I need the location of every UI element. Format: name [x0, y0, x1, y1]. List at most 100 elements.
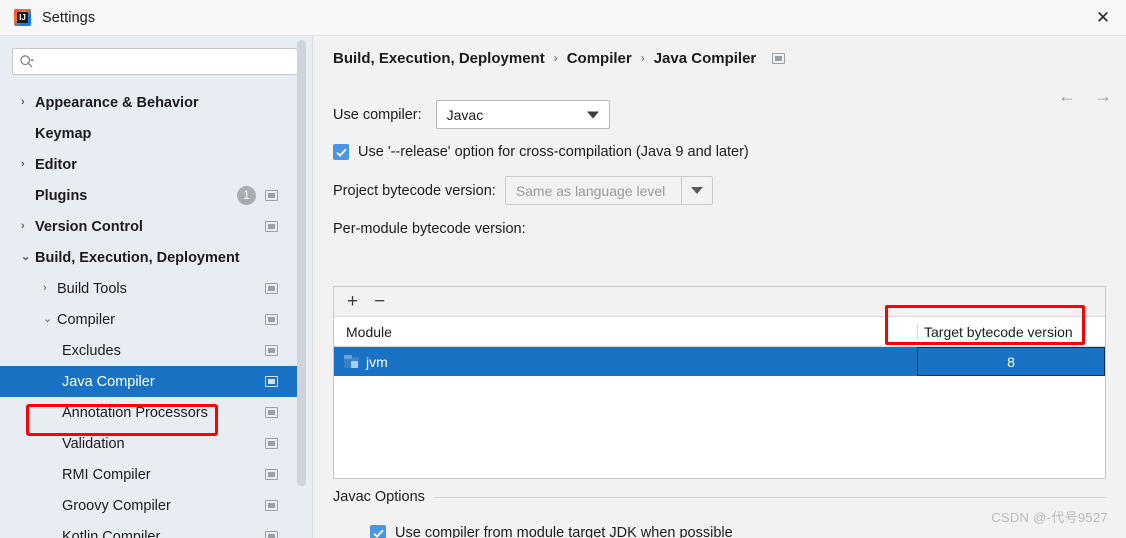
- per-module-table: + − Module Target bytecode version jvm 8: [333, 286, 1106, 479]
- use-module-jdk-checkbox[interactable]: [370, 525, 386, 538]
- sidebar-item-groovy-compiler[interactable]: Groovy Compiler: [0, 490, 300, 521]
- sidebar-item-label: Build Tools: [57, 280, 127, 297]
- sidebar: › Appearance & Behavior Keymap › Editor Plugi…: [0, 36, 313, 538]
- settings-group-icon: [265, 221, 278, 232]
- sidebar-item-label: Annotation Processors: [62, 404, 208, 421]
- chevron-down-icon[interactable]: [680, 176, 712, 205]
- add-module-button[interactable]: +: [347, 292, 358, 311]
- per-module-label: Per-module bytecode version:: [333, 221, 526, 237]
- javac-options-group-header: Javac Options: [333, 489, 1106, 505]
- use-compiler-row: Use compiler: Javac: [314, 100, 1126, 129]
- settings-group-icon: [772, 52, 786, 64]
- project-bytecode-value: Same as language level: [515, 182, 666, 199]
- use-module-jdk-label: Use compiler from module target JDK when…: [395, 525, 733, 538]
- close-icon[interactable]: ✕: [1080, 0, 1126, 35]
- settings-group-icon: [265, 438, 278, 449]
- chevron-down-icon[interactable]: ⌄: [21, 252, 30, 263]
- module-folder-icon: [344, 355, 359, 368]
- breadcrumb-item-1[interactable]: Compiler: [567, 50, 632, 67]
- navigation-arrows: ← →: [1058, 86, 1112, 107]
- breadcrumb-separator: ›: [553, 51, 558, 65]
- settings-group-icon: [265, 407, 278, 418]
- sidebar-item-excludes[interactable]: Excludes: [0, 335, 300, 366]
- settings-group-icon: [265, 500, 278, 511]
- sidebar-item-build-tools[interactable]: › Build Tools: [0, 273, 300, 304]
- sidebar-item-label: Excludes: [62, 342, 121, 359]
- watermark: CSDN @-代号9527: [991, 510, 1108, 525]
- sidebar-item-label: Appearance & Behavior: [35, 94, 199, 111]
- breadcrumb-item-0[interactable]: Build, Execution, Deployment: [333, 50, 545, 67]
- breadcrumb: Build, Execution, Deployment › Compiler …: [314, 36, 1126, 80]
- release-option-row[interactable]: Use '--release' option for cross-compila…: [314, 144, 1126, 160]
- use-compiler-label: Use compiler:: [333, 106, 422, 123]
- sidebar-item-java-compiler[interactable]: Java Compiler: [0, 366, 300, 397]
- sidebar-item-label: Editor: [35, 156, 77, 173]
- breadcrumb-item-2: Java Compiler: [653, 49, 757, 67]
- settings-group-icon: [265, 345, 278, 356]
- sidebar-item-annotation-processors[interactable]: Annotation Processors: [0, 397, 300, 428]
- sidebar-item-label: Java Compiler: [62, 373, 155, 390]
- release-option-label: Use '--release' option for cross-compila…: [358, 144, 749, 160]
- settings-group-icon: [265, 314, 278, 325]
- javac-option-row-0[interactable]: Use compiler from module target JDK when…: [351, 525, 733, 538]
- chevron-right-icon[interactable]: ›: [21, 159, 25, 170]
- content-panel: Build, Execution, Deployment › Compiler …: [314, 36, 1126, 538]
- sidebar-item-editor[interactable]: › Editor: [0, 149, 300, 180]
- settings-group-icon: [265, 376, 278, 387]
- table-empty-area: [334, 376, 1105, 478]
- javac-options-title: Javac Options: [333, 489, 425, 505]
- project-bytecode-row: Project bytecode version: Same as langua…: [314, 176, 1126, 205]
- cell-target-bytecode-version[interactable]: 8: [917, 347, 1105, 376]
- sidebar-item-validation[interactable]: Validation: [0, 428, 300, 459]
- remove-module-button[interactable]: −: [374, 292, 385, 311]
- settings-tree: › Appearance & Behavior Keymap › Editor Plugi…: [0, 87, 300, 538]
- chevron-right-icon[interactable]: ›: [21, 97, 25, 108]
- sidebar-item-rmi-compiler[interactable]: RMI Compiler: [0, 459, 300, 490]
- chevron-down-icon: [586, 111, 599, 118]
- plugins-update-badge: 1: [237, 186, 256, 205]
- sidebar-item-kotlin-compiler[interactable]: Kotlin Compiler: [0, 521, 300, 538]
- per-module-row: Per-module bytecode version:: [314, 221, 1126, 237]
- chevron-down-icon[interactable]: ⌄: [43, 314, 52, 325]
- sidebar-item-label: Kotlin Compiler: [62, 528, 161, 538]
- sidebar-item-label: Version Control: [35, 218, 143, 235]
- sidebar-item-appearance-behavior[interactable]: › Appearance & Behavior: [0, 87, 300, 118]
- group-divider: [433, 496, 1106, 498]
- settings-group-icon: [265, 190, 278, 201]
- sidebar-item-plugins[interactable]: Plugins 1: [0, 180, 300, 211]
- sidebar-item-label: RMI Compiler: [62, 466, 151, 483]
- sidebar-item-label: Validation: [62, 435, 125, 452]
- search-box[interactable]: [12, 48, 301, 75]
- project-bytecode-select[interactable]: Same as language level: [504, 176, 713, 205]
- use-compiler-value: Javac: [446, 106, 484, 123]
- release-option-checkbox[interactable]: [333, 144, 349, 160]
- cell-module-label: jvm: [366, 353, 388, 370]
- table-toolbar: + −: [334, 287, 1105, 317]
- forward-icon[interactable]: →: [1094, 86, 1112, 107]
- intellij-idea-icon: IJ: [14, 9, 31, 26]
- search-icon: [19, 54, 34, 69]
- sidebar-search-wrap: [0, 36, 312, 75]
- sidebar-item-build-execution-deployment[interactable]: ⌄ Build, Execution, Deployment: [0, 242, 300, 273]
- back-icon[interactable]: ←: [1058, 86, 1076, 107]
- table-row[interactable]: jvm 8: [334, 347, 1105, 376]
- sidebar-item-version-control[interactable]: › Version Control: [0, 211, 300, 242]
- sidebar-item-label: Plugins: [35, 187, 88, 204]
- search-input[interactable]: [39, 54, 279, 69]
- window-title: Settings: [42, 9, 96, 26]
- sidebar-scrollbar[interactable]: [297, 40, 306, 486]
- column-header-target-bytecode-version[interactable]: Target bytecode version: [917, 323, 1105, 340]
- chevron-right-icon[interactable]: ›: [21, 221, 25, 232]
- use-compiler-select[interactable]: Javac: [435, 100, 610, 129]
- column-header-module[interactable]: Module: [334, 324, 917, 340]
- sidebar-item-keymap[interactable]: Keymap: [0, 118, 300, 149]
- table-header: Module Target bytecode version: [334, 317, 1105, 347]
- project-bytecode-label: Project bytecode version:: [333, 182, 496, 199]
- settings-group-icon: [265, 531, 278, 538]
- sidebar-item-label: Build, Execution, Deployment: [35, 249, 240, 266]
- sidebar-item-compiler[interactable]: ⌄ Compiler: [0, 304, 300, 335]
- sidebar-item-label: Keymap: [35, 125, 92, 142]
- chevron-right-icon[interactable]: ›: [43, 283, 47, 294]
- title-bar: IJ Settings ✕: [0, 0, 1126, 36]
- cell-module[interactable]: jvm: [334, 354, 917, 370]
